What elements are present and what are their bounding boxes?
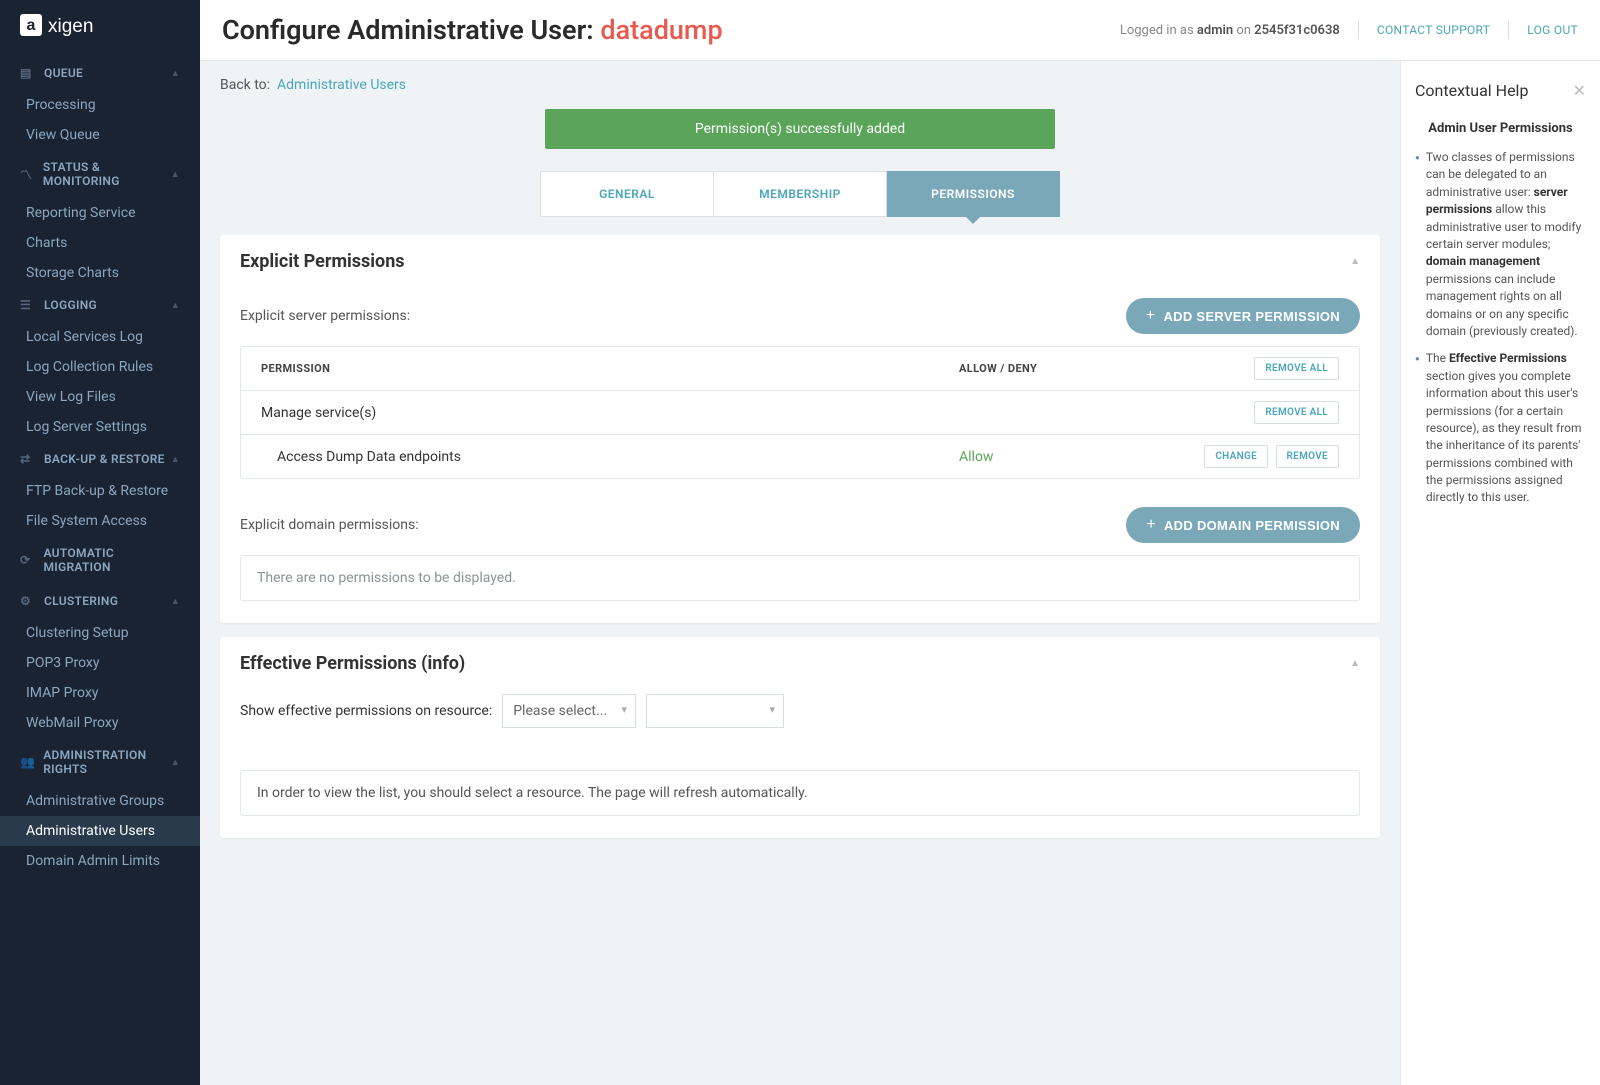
add-server-permission-button[interactable]: +ADD SERVER PERMISSION: [1126, 298, 1360, 334]
sidebar-item-webmail-proxy[interactable]: WebMail Proxy: [0, 708, 200, 738]
remove-all-header-button[interactable]: REMOVE ALL: [1254, 357, 1339, 380]
perm-group-name: Manage service(s): [261, 405, 959, 421]
chevron-up-icon: ▲: [171, 757, 180, 768]
breadcrumb: Back to: Administrative Users: [220, 77, 1380, 93]
domain-permissions-empty: There are no permissions to be displayed…: [240, 555, 1360, 601]
close-help-icon[interactable]: ✕: [1573, 79, 1586, 102]
help-heading: Admin User Permissions: [1415, 120, 1586, 139]
users-icon: 👥: [20, 755, 35, 769]
add-domain-permission-button[interactable]: +ADD DOMAIN PERMISSION: [1126, 507, 1360, 543]
sidebar-item-processing[interactable]: Processing: [0, 90, 200, 120]
plus-icon: +: [1146, 307, 1156, 325]
resource-value-select[interactable]: [646, 694, 784, 728]
sidebar-item-pop3-proxy[interactable]: POP3 Proxy: [0, 648, 200, 678]
resource-type-select[interactable]: Please select...: [502, 694, 636, 728]
nav-section-status[interactable]: 〽STATUS & MONITORING▲: [0, 150, 200, 198]
help-title: Contextual Help: [1415, 79, 1528, 102]
effective-info: In order to view the list, you should se…: [240, 770, 1360, 816]
effective-permissions-panel: Effective Permissions (info) ▲ Show effec…: [220, 637, 1380, 838]
explicit-title: Explicit Permissions: [240, 251, 405, 272]
sidebar: axigen ▤QUEUE▲ Processing View Queue 〽ST…: [0, 0, 200, 1085]
chevron-up-icon: ▲: [171, 454, 180, 465]
nav-section-admin-rights[interactable]: 👥ADMINISTRATION RIGHTS▲: [0, 738, 200, 786]
perm-status: Allow: [959, 449, 1139, 465]
sidebar-item-fs-access[interactable]: File System Access: [0, 506, 200, 536]
col-permission: PERMISSION: [261, 362, 959, 375]
chevron-up-icon: ▲: [171, 169, 180, 180]
collapse-icon[interactable]: ▲: [1350, 256, 1360, 267]
contextual-help-panel: Contextual Help✕ Admin User Permissions …: [1400, 61, 1600, 1085]
chevron-up-icon: ▲: [171, 68, 180, 79]
login-status: Logged in as admin on 2545f31c0638: [1120, 23, 1340, 38]
page-title: Configure Administrative User: datadump: [222, 14, 723, 46]
logo: axigen: [0, 0, 200, 56]
sidebar-item-admin-groups[interactable]: Administrative Groups: [0, 786, 200, 816]
table-row: Access Dump Data endpoints Allow CHANGE …: [241, 435, 1359, 478]
sidebar-item-admin-users[interactable]: Administrative Users: [0, 816, 200, 846]
server-permissions-table: PERMISSION ALLOW / DENY REMOVE ALL Manag…: [240, 346, 1360, 479]
sidebar-item-log-rules[interactable]: Log Collection Rules: [0, 352, 200, 382]
tab-general[interactable]: GENERAL: [540, 171, 714, 217]
swap-icon: ⇄: [20, 452, 36, 466]
contact-support-link[interactable]: CONTACT SUPPORT: [1377, 23, 1490, 37]
col-allow-deny: ALLOW / DENY: [959, 362, 1139, 375]
sidebar-item-ftp-backup[interactable]: FTP Back-up & Restore: [0, 476, 200, 506]
logout-link[interactable]: LOG OUT: [1527, 23, 1578, 37]
tab-permissions[interactable]: PERMISSIONS: [887, 171, 1060, 217]
sidebar-item-reporting[interactable]: Reporting Service: [0, 198, 200, 228]
topbar: Configure Administrative User: datadump …: [200, 0, 1600, 61]
tab-membership[interactable]: MEMBERSHIP: [714, 171, 887, 217]
success-alert: Permission(s) successfully added: [545, 109, 1055, 149]
sidebar-item-view-queue[interactable]: View Queue: [0, 120, 200, 150]
remove-all-group-button[interactable]: REMOVE ALL: [1254, 401, 1339, 424]
perm-child-name: Access Dump Data endpoints: [277, 449, 959, 465]
sidebar-item-log-settings[interactable]: Log Server Settings: [0, 412, 200, 442]
list-icon: ☰: [20, 298, 36, 312]
queue-icon: ▤: [20, 66, 36, 80]
chevron-up-icon: ▲: [171, 596, 180, 607]
nav-section-logging[interactable]: ☰LOGGING▲: [0, 288, 200, 322]
nav-section-backup[interactable]: ⇄BACK-UP & RESTORE▲: [0, 442, 200, 476]
sidebar-item-view-logs[interactable]: View Log Files: [0, 382, 200, 412]
table-row: Manage service(s) REMOVE ALL: [241, 391, 1359, 435]
chevron-up-icon: ▲: [171, 300, 180, 311]
domain-perm-label: Explicit domain permissions:: [240, 517, 419, 533]
svg-text:a: a: [27, 17, 36, 34]
sidebar-item-imap-proxy[interactable]: IMAP Proxy: [0, 678, 200, 708]
back-link[interactable]: Administrative Users: [277, 77, 406, 93]
sidebar-item-cluster-setup[interactable]: Clustering Setup: [0, 618, 200, 648]
tabs: GENERAL MEMBERSHIP PERMISSIONS: [540, 171, 1060, 217]
cluster-icon: ⚙: [20, 594, 36, 608]
effective-title: Effective Permissions (info): [240, 653, 465, 674]
chart-icon: 〽: [20, 166, 35, 183]
svg-text:xigen: xigen: [48, 16, 93, 37]
nav-section-migration[interactable]: ⟳AUTOMATIC MIGRATION: [0, 536, 200, 584]
sidebar-item-charts[interactable]: Charts: [0, 228, 200, 258]
sidebar-item-domain-limits[interactable]: Domain Admin Limits: [0, 846, 200, 876]
change-button[interactable]: CHANGE: [1204, 445, 1268, 468]
nav-section-clustering[interactable]: ⚙CLUSTERING▲: [0, 584, 200, 618]
sidebar-item-storage-charts[interactable]: Storage Charts: [0, 258, 200, 288]
plus-icon: +: [1146, 516, 1156, 534]
sidebar-item-local-log[interactable]: Local Services Log: [0, 322, 200, 352]
explicit-permissions-panel: Explicit Permissions ▲ Explicit server pe…: [220, 235, 1380, 623]
remove-button[interactable]: REMOVE: [1276, 445, 1339, 468]
effective-label: Show effective permissions on resource:: [240, 703, 492, 719]
collapse-icon[interactable]: ▲: [1350, 658, 1360, 669]
help-text: Two classes of permissions can be delega…: [1426, 149, 1586, 340]
migration-icon: ⟳: [20, 553, 35, 567]
nav-section-queue[interactable]: ▤QUEUE▲: [0, 56, 200, 90]
help-text: The Effective Permissions section gives …: [1426, 350, 1586, 507]
server-perm-label: Explicit server permissions:: [240, 308, 410, 324]
